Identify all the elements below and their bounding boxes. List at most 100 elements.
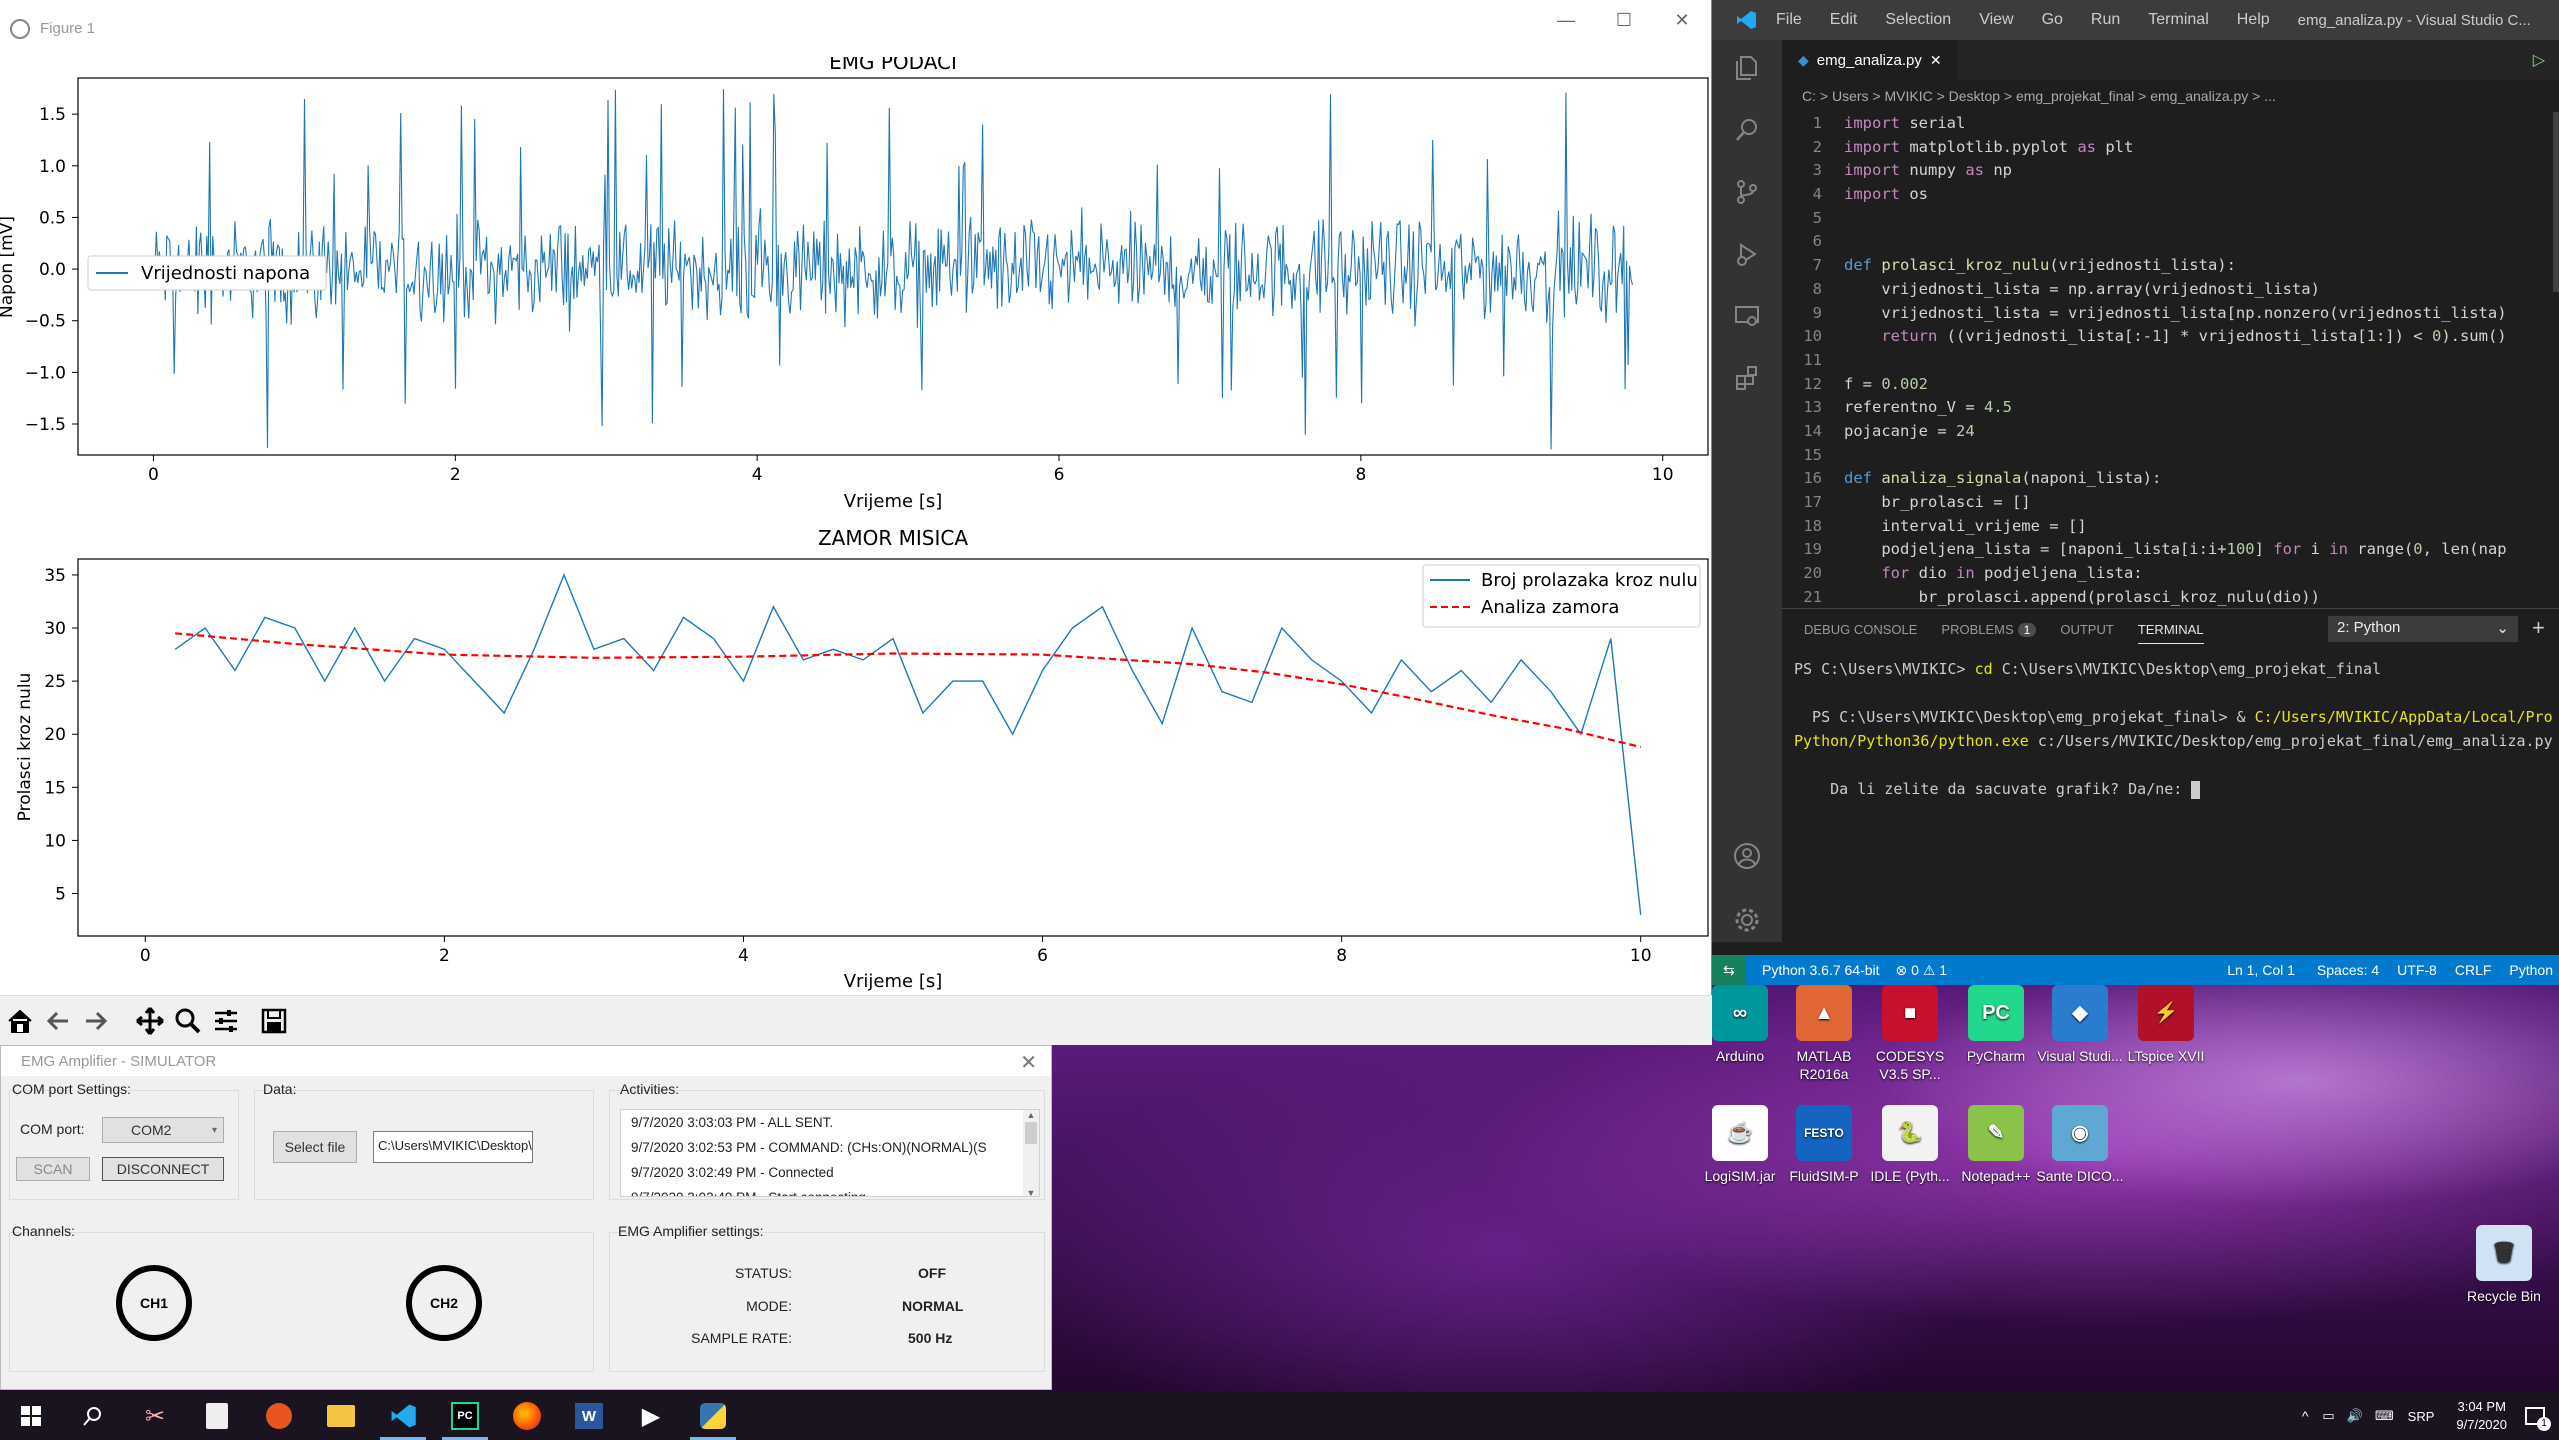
code-line[interactable]: 1 import serial [1782, 112, 2559, 136]
menu-view[interactable]: View [1979, 11, 2013, 29]
terminal-select[interactable]: 2: Python ⌄ [2328, 616, 2518, 642]
channel-1-indicator[interactable]: CH1 [116, 1265, 192, 1341]
tab-terminal[interactable]: TERMINAL [2137, 622, 2204, 644]
notepad-icon[interactable] [186, 1392, 248, 1440]
explorer-icon[interactable] [1729, 50, 1765, 86]
account-icon[interactable] [1729, 838, 1765, 874]
desktop-icon-sante-dico[interactable]: ◉ Sante DICO... [2036, 1105, 2124, 1185]
desktop-icon-recycle-bin[interactable]: 🗑 Recycle Bin [2460, 1225, 2548, 1305]
disconnect-button[interactable]: DISCONNECT [102, 1157, 224, 1181]
code-line[interactable]: 2 import matplotlib.pyplot as plt [1782, 136, 2559, 160]
desktop-icon-arduino[interactable]: ∞ Arduino [1696, 985, 1784, 1065]
code-line[interactable]: 9 vrijednosti_lista = vrijednosti_lista[… [1782, 302, 2559, 326]
pan-icon[interactable] [132, 1003, 168, 1039]
zoom-icon[interactable] [170, 1003, 206, 1039]
code-line[interactable]: 19 podjeljena_lista = [naponi_lista[i:i+… [1782, 538, 2559, 562]
settings-gear-icon[interactable] [1729, 902, 1765, 938]
code-line[interactable]: 20 for dio in podjeljena_lista: [1782, 562, 2559, 586]
pycharm-taskbar-icon[interactable]: PC [434, 1392, 496, 1440]
breadcrumb[interactable]: C: > Users > MVIKIC > Desktop > emg_proj… [1782, 80, 2559, 112]
close-button[interactable]: ✕ [1653, 10, 1711, 31]
python-interpreter[interactable]: Python 3.6.7 64-bit [1762, 962, 1880, 978]
notification-icon[interactable]: 1 [2525, 1407, 2551, 1431]
menu-selection[interactable]: Selection [1885, 11, 1951, 29]
code-line[interactable]: 4 import os [1782, 183, 2559, 207]
remote-icon[interactable]: ⇆ [1712, 955, 1746, 985]
tab-emg-analiza[interactable]: ◆ emg_analiza.py ✕ [1782, 40, 1958, 80]
new-terminal-icon[interactable]: + [2532, 615, 2545, 641]
home-icon[interactable] [2, 1003, 38, 1039]
code-line[interactable]: 7 def prolasci_kroz_nulu(vrijednosti_list… [1782, 254, 2559, 278]
scroll-down-icon[interactable]: ▼ [1023, 1188, 1039, 1196]
menu-go[interactable]: Go [2042, 11, 2063, 29]
tab-debug-console[interactable]: DEBUG CONSOLE [1804, 622, 1917, 637]
code-line[interactable]: 11 [1782, 349, 2559, 373]
network-icon[interactable]: ▭ [2322, 1408, 2334, 1424]
desktop-icon-pycharm[interactable]: PC PyCharm [1952, 985, 2040, 1065]
desktop-icon-fluidsim-p[interactable]: FESTO FluidSIM-P [1780, 1105, 1868, 1185]
tab-close-icon[interactable]: ✕ [1930, 52, 1942, 69]
remote-explorer-icon[interactable] [1729, 298, 1765, 334]
ubuntu-icon[interactable] [248, 1392, 310, 1440]
media-player-icon[interactable]: ▶ [620, 1392, 682, 1440]
configure-subplots-icon[interactable] [208, 1003, 244, 1039]
back-icon[interactable] [40, 1003, 76, 1039]
save-icon[interactable] [256, 1003, 292, 1039]
code-lines[interactable]: 1 import serial 2 import matplotlib.pyplot … [1782, 112, 2559, 609]
keyboard-icon[interactable]: ⌨ [2375, 1408, 2394, 1424]
scan-button[interactable]: SCAN [16, 1157, 90, 1181]
run-debug-icon[interactable] [1729, 236, 1765, 272]
language-indicator[interactable]: SRP [2408, 1409, 2435, 1424]
menu-terminal[interactable]: Terminal [2148, 11, 2208, 29]
desktop-icon-logisim-jar[interactable]: ☕ LogiSIM.jar [1696, 1105, 1784, 1185]
tray-chevron-up-icon[interactable]: ^ [2302, 1408, 2309, 1424]
scroll-up-icon[interactable]: ▲ [1023, 1110, 1039, 1120]
code-line[interactable]: 5 [1782, 207, 2559, 231]
select-file-button[interactable]: Select file [273, 1131, 357, 1163]
desktop-icon-codesys-v3-5-sp[interactable]: ■ CODESYS V3.5 SP... [1866, 985, 1954, 1083]
code-line[interactable]: 13 referentno_V = 4.5 [1782, 396, 2559, 420]
start-icon[interactable] [0, 1392, 62, 1440]
code-line[interactable]: 16 def analiza_signala(naponi_lista): [1782, 467, 2559, 491]
problems-status[interactable]: ⊗ 0 ⚠ 1 [1896, 962, 1948, 979]
desktop-icon-visual-studi[interactable]: ◆ Visual Studi... [2036, 985, 2124, 1065]
activity-log[interactable]: 9/7/2020 3:03:03 PM - ALL SENT. 9/7/2020… [620, 1109, 1040, 1197]
word-icon[interactable]: W [558, 1392, 620, 1440]
encoding[interactable]: UTF-8 [2397, 962, 2437, 978]
cursor-position[interactable]: Ln 1, Col 1 [2227, 962, 2295, 978]
menu-run[interactable]: Run [2091, 11, 2120, 29]
firefox-icon[interactable] [496, 1392, 558, 1440]
code-line[interactable]: 17 br_prolasci = [] [1782, 491, 2559, 515]
desktop-icon-ltspice-xvii[interactable]: ⚡ LTspice XVII [2122, 985, 2210, 1065]
code-line[interactable]: 3 import numpy as np [1782, 159, 2559, 183]
vscode-taskbar-icon[interactable] [372, 1392, 434, 1440]
minimize-button[interactable]: — [1537, 10, 1595, 31]
com-port-select[interactable]: COM2 ▾ [102, 1117, 224, 1143]
line-ending[interactable]: CRLF [2455, 962, 2492, 978]
scrollbar-thumb[interactable] [1025, 1122, 1037, 1144]
menu-edit[interactable]: Edit [1830, 11, 1858, 29]
menu-help[interactable]: Help [2237, 11, 2270, 29]
volume-icon[interactable]: 🔊 [2347, 1408, 2363, 1424]
search-icon[interactable] [62, 1392, 124, 1440]
code-line[interactable]: 15 [1782, 444, 2559, 468]
log-scrollbar[interactable]: ▲ ▼ [1023, 1110, 1039, 1196]
run-file-icon[interactable]: ▷ [2533, 50, 2545, 70]
snipping-tool-icon[interactable]: ✂ [124, 1392, 186, 1440]
code-line[interactable]: 6 [1782, 230, 2559, 254]
extensions-icon[interactable] [1729, 360, 1765, 396]
code-line[interactable]: 10 return ((vrijednosti_lista[:-1] * vri… [1782, 325, 2559, 349]
tab-problems[interactable]: PROBLEMS 1 [1941, 622, 2037, 637]
python-taskbar-icon[interactable] [682, 1392, 744, 1440]
code-line[interactable]: 8 vrijednosti_lista = np.array(vrijednos… [1782, 278, 2559, 302]
indentation[interactable]: Spaces: 4 [2317, 962, 2379, 978]
file-path-input[interactable]: C:\Users\MVIKIC\Desktop\III G [373, 1131, 533, 1163]
desktop-icon-idle-pyth[interactable]: 🐍 IDLE (Pyth... [1866, 1105, 1954, 1185]
code-line[interactable]: 12 f = 0.002 [1782, 373, 2559, 397]
channel-2-indicator[interactable]: CH2 [406, 1265, 482, 1341]
simulator-close-icon[interactable]: ✕ [1020, 1050, 1037, 1075]
maximize-button[interactable]: ☐ [1595, 10, 1653, 31]
source-control-icon[interactable] [1729, 174, 1765, 210]
code-line[interactable]: 21 br_prolasci.append(prolasci_kroz_nulu… [1782, 586, 2559, 610]
code-line[interactable]: 18 intervali_vrijeme = [] [1782, 515, 2559, 539]
